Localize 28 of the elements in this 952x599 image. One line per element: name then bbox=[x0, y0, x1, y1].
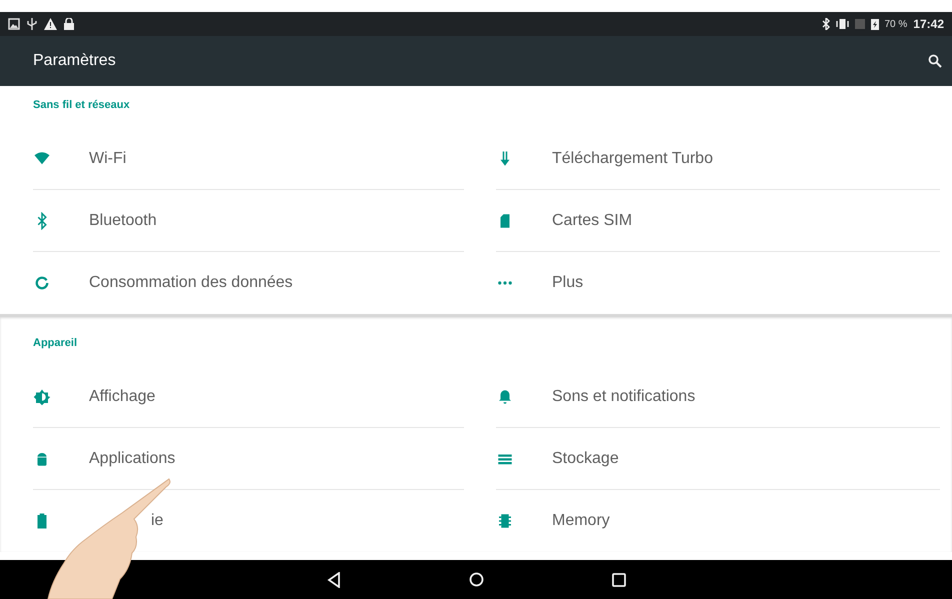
settings-item[interactable]: Plus bbox=[476, 252, 952, 314]
settings-item[interactable]: ie bbox=[0, 490, 476, 552]
item-label: Applications bbox=[89, 448, 176, 468]
item-label: Consommation des données bbox=[89, 273, 293, 293]
item-label: Sons et notifications bbox=[552, 386, 696, 406]
settings-item[interactable]: Consommation des données bbox=[0, 252, 476, 314]
settings-item[interactable]: Cartes SIM bbox=[476, 190, 952, 252]
item-label: ie bbox=[151, 511, 164, 531]
settings-item[interactable]: Memory bbox=[476, 490, 952, 552]
item-label: Bluetooth bbox=[89, 210, 157, 230]
item-label: Stockage bbox=[552, 448, 619, 468]
settings-item[interactable]: Stockage bbox=[476, 428, 952, 490]
settings-item[interactable]: Bluetooth bbox=[0, 190, 476, 252]
clock: 17:42 bbox=[913, 16, 944, 33]
settings-item[interactable]: Wi-Fi bbox=[0, 128, 476, 190]
item-label: Téléchargement Turbo bbox=[552, 148, 713, 168]
toolbar-title: Paramètres bbox=[33, 51, 116, 71]
item-label: Affichage bbox=[89, 386, 156, 406]
item-label: Cartes SIM bbox=[552, 210, 632, 230]
item-label: Plus bbox=[552, 273, 584, 293]
item-label: Memory bbox=[552, 511, 610, 531]
section-header: Appareil bbox=[33, 336, 78, 350]
item-label: Wi-Fi bbox=[89, 148, 126, 168]
section-header: Sans fil et réseaux bbox=[33, 98, 130, 112]
settings-item[interactable]: Sons et notifications bbox=[476, 366, 952, 428]
battery-percent: 70 % bbox=[884, 18, 908, 32]
settings-item[interactable]: Affichage bbox=[0, 366, 476, 428]
settings-item[interactable]: Téléchargement Turbo bbox=[476, 128, 952, 190]
